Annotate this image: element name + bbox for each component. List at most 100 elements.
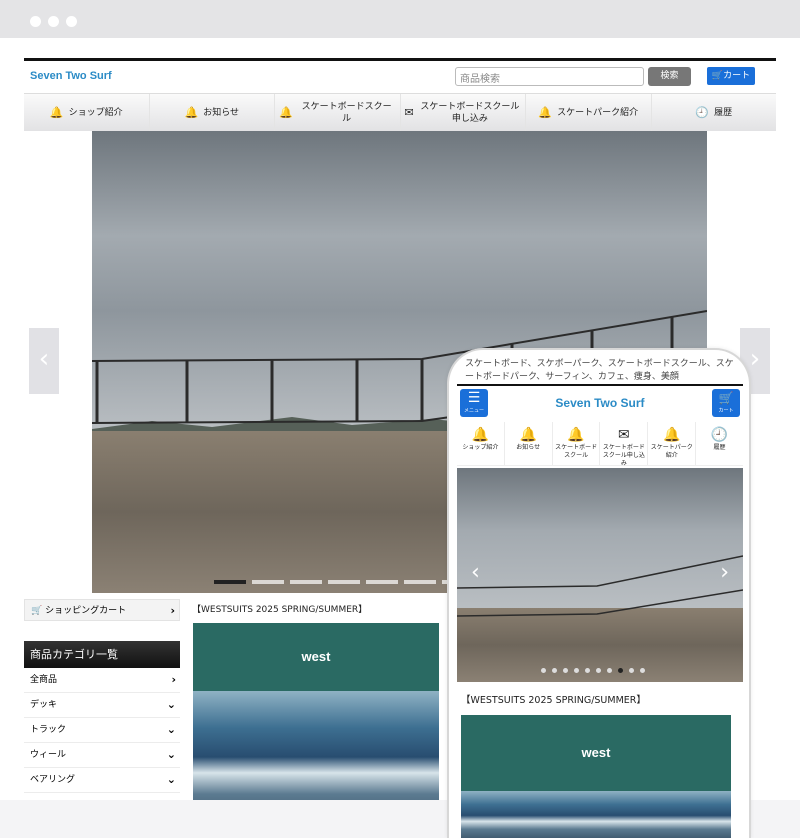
category-item-all[interactable]: 全商品 › (24, 668, 180, 693)
sea-photo (193, 691, 439, 800)
mobile-news-title[interactable]: 【WESTSUITS 2025 SPRING/SUMMER】 (461, 692, 646, 706)
cart-icon: 🛒 (711, 71, 724, 81)
slide-dot[interactable] (366, 580, 398, 584)
news-image[interactable]: west (193, 623, 439, 800)
mobile-nav-label: スケートボードスクール (555, 444, 598, 459)
chevron-down-icon[interactable]: ⌄ (167, 693, 176, 717)
nav-label: スケートボードスクール (301, 101, 392, 124)
slide-dot[interactable] (629, 668, 634, 673)
mobile-nav-school-apply[interactable]: ✉ スケートボードスクール申し込み (600, 422, 649, 467)
main-nav: 🔔 ショップ紹介 🔔 お知らせ 🔔 スケートボードスクール ✉ スケートボードスクール申… (24, 93, 776, 131)
chevron-right-icon: › (170, 604, 175, 617)
slide-dot[interactable] (563, 668, 568, 673)
envelope-icon: ✉ (404, 105, 414, 119)
bell-icon: 🔔 (538, 105, 553, 119)
bell-icon: 🔔 (663, 427, 681, 443)
slide-dot[interactable] (596, 668, 601, 673)
window-dot-icon (30, 16, 41, 27)
chevron-down-icon[interactable]: ⌄ (167, 768, 176, 792)
envelope-icon: ✉ (618, 427, 630, 443)
slide-dot[interactable] (541, 668, 546, 673)
mobile-hero-pagination (541, 668, 645, 673)
clock-icon: 🕘 (710, 427, 729, 443)
nav-label: スケートパーク紹介 (557, 107, 639, 118)
cart-button-label: カート (723, 71, 751, 81)
slide-dot[interactable] (607, 668, 612, 673)
chevron-down-icon[interactable]: ⌄ (167, 743, 176, 767)
mobile-cart-label: カート (718, 408, 734, 414)
nav-item-history[interactable]: 🕘 履歴 (652, 94, 777, 131)
slide-dot[interactable] (574, 668, 579, 673)
nav-label: お知らせ (203, 107, 240, 118)
mobile-hero-fence (457, 555, 743, 617)
mobile-nav-label: お知らせ (516, 444, 541, 451)
chevron-right-icon: › (171, 673, 176, 686)
chevron-right-icon: › (749, 344, 761, 374)
slide-dot[interactable] (328, 580, 360, 584)
search-input[interactable]: 商品検索 (455, 67, 644, 86)
slide-dot[interactable] (552, 668, 557, 673)
nav-item-school-apply[interactable]: ✉ スケートボードスクール申し込み (401, 94, 526, 131)
category-label: 全商品 (30, 675, 58, 685)
mobile-hero-slider[interactable]: ‹ › (457, 468, 743, 682)
hero-prev-button[interactable]: ‹ (29, 328, 59, 394)
mobile-preview: スケートボード、スケボーパーク、スケートボードスクール、スケートボードパーク、サ… (447, 348, 751, 838)
cart-icon: 🛒 (718, 391, 734, 405)
nav-item-news[interactable]: 🔔 お知らせ (150, 94, 275, 131)
mobile-cart-button[interactable]: 🛒 カート (712, 389, 740, 417)
category-list: 全商品 › デッキ ⌄ トラック ⌄ ウィール ⌄ ベアリング ⌄ (24, 668, 180, 793)
mobile-nav-park[interactable]: 🔔 スケートパーク紹介 (648, 422, 697, 465)
sidebar-cart-label: ショッピングカート (45, 606, 127, 616)
nav-label: ショップ紹介 (68, 107, 123, 118)
mobile-nav-news[interactable]: 🔔 お知らせ (505, 422, 553, 465)
slide-dot-active[interactable] (618, 668, 623, 673)
slide-dot[interactable] (252, 580, 284, 584)
nav-item-park[interactable]: 🔔 スケートパーク紹介 (526, 94, 652, 131)
chevron-right-icon[interactable]: › (720, 560, 729, 585)
slide-dot[interactable] (290, 580, 322, 584)
bell-icon: 🔔 (49, 105, 64, 119)
browser-chrome (0, 0, 800, 38)
window-dot-icon (66, 16, 77, 27)
slide-dot[interactable] (214, 580, 246, 584)
mobile-nav: 🔔 ショップ紹介 🔔 お知らせ 🔔 スケートボードスクール ✉ スケートボードスクール申… (457, 422, 743, 467)
chevron-left-icon[interactable]: ‹ (471, 560, 480, 585)
mobile-sea-photo (461, 791, 731, 838)
category-title: 商品カテゴリ一覧 (24, 641, 180, 668)
chevron-left-icon: ‹ (38, 344, 50, 374)
slide-dot[interactable] (404, 580, 436, 584)
slide-dot[interactable] (585, 668, 590, 673)
bell-icon: 🔔 (519, 427, 537, 443)
site-logo[interactable]: Seven Two Surf (30, 70, 112, 82)
category-item-wheel[interactable]: ウィール ⌄ (24, 743, 180, 768)
nav-item-school[interactable]: 🔔 スケートボードスクール (275, 94, 401, 131)
mobile-logo[interactable]: Seven Two Surf (457, 396, 743, 410)
category-item-deck[interactable]: デッキ ⌄ (24, 693, 180, 718)
mobile-nav-shop[interactable]: 🔔 ショップ紹介 (457, 422, 505, 465)
west-logo: west (193, 623, 439, 691)
nav-label: 履歴 (714, 107, 733, 118)
search-button[interactable]: 検索 (648, 67, 691, 86)
window-dot-icon (48, 16, 59, 27)
mobile-nav-label: ショップ紹介 (462, 444, 499, 451)
cart-button[interactable]: 🛒カート (707, 67, 755, 85)
category-item-truck[interactable]: トラック ⌄ (24, 718, 180, 743)
bell-icon: 🔔 (471, 427, 490, 443)
slide-dot[interactable] (640, 668, 645, 673)
mobile-news-image[interactable]: west (461, 715, 731, 838)
mobile-nav-school[interactable]: 🔔 スケートボードスクール (553, 422, 601, 465)
category-label: ベアリング (30, 775, 76, 785)
page: Seven Two Surf 商品検索 検索 🛒カート 🔔 ショップ紹介 🔔 お知ら… (0, 38, 800, 838)
bell-icon: 🔔 (184, 105, 199, 119)
bell-icon: 🔔 (279, 105, 293, 119)
nav-label: スケートボードスクール申し込み (420, 101, 520, 124)
news-title[interactable]: 【WESTSUITS 2025 SPRING/SUMMER】 (192, 602, 367, 615)
nav-item-shop[interactable]: 🔔 ショップ紹介 (24, 94, 150, 131)
category-item-bearing[interactable]: ベアリング ⌄ (24, 768, 180, 793)
category-label: トラック (30, 725, 67, 735)
mobile-nav-history[interactable]: 🕘 履歴 (696, 422, 743, 465)
mobile-nav-label: スケートパーク紹介 (650, 444, 693, 459)
chevron-down-icon[interactable]: ⌄ (167, 718, 176, 742)
sidebar-cart-link[interactable]: 🛒 ショッピングカート › (24, 599, 180, 621)
clock-icon: 🕘 (695, 105, 710, 119)
